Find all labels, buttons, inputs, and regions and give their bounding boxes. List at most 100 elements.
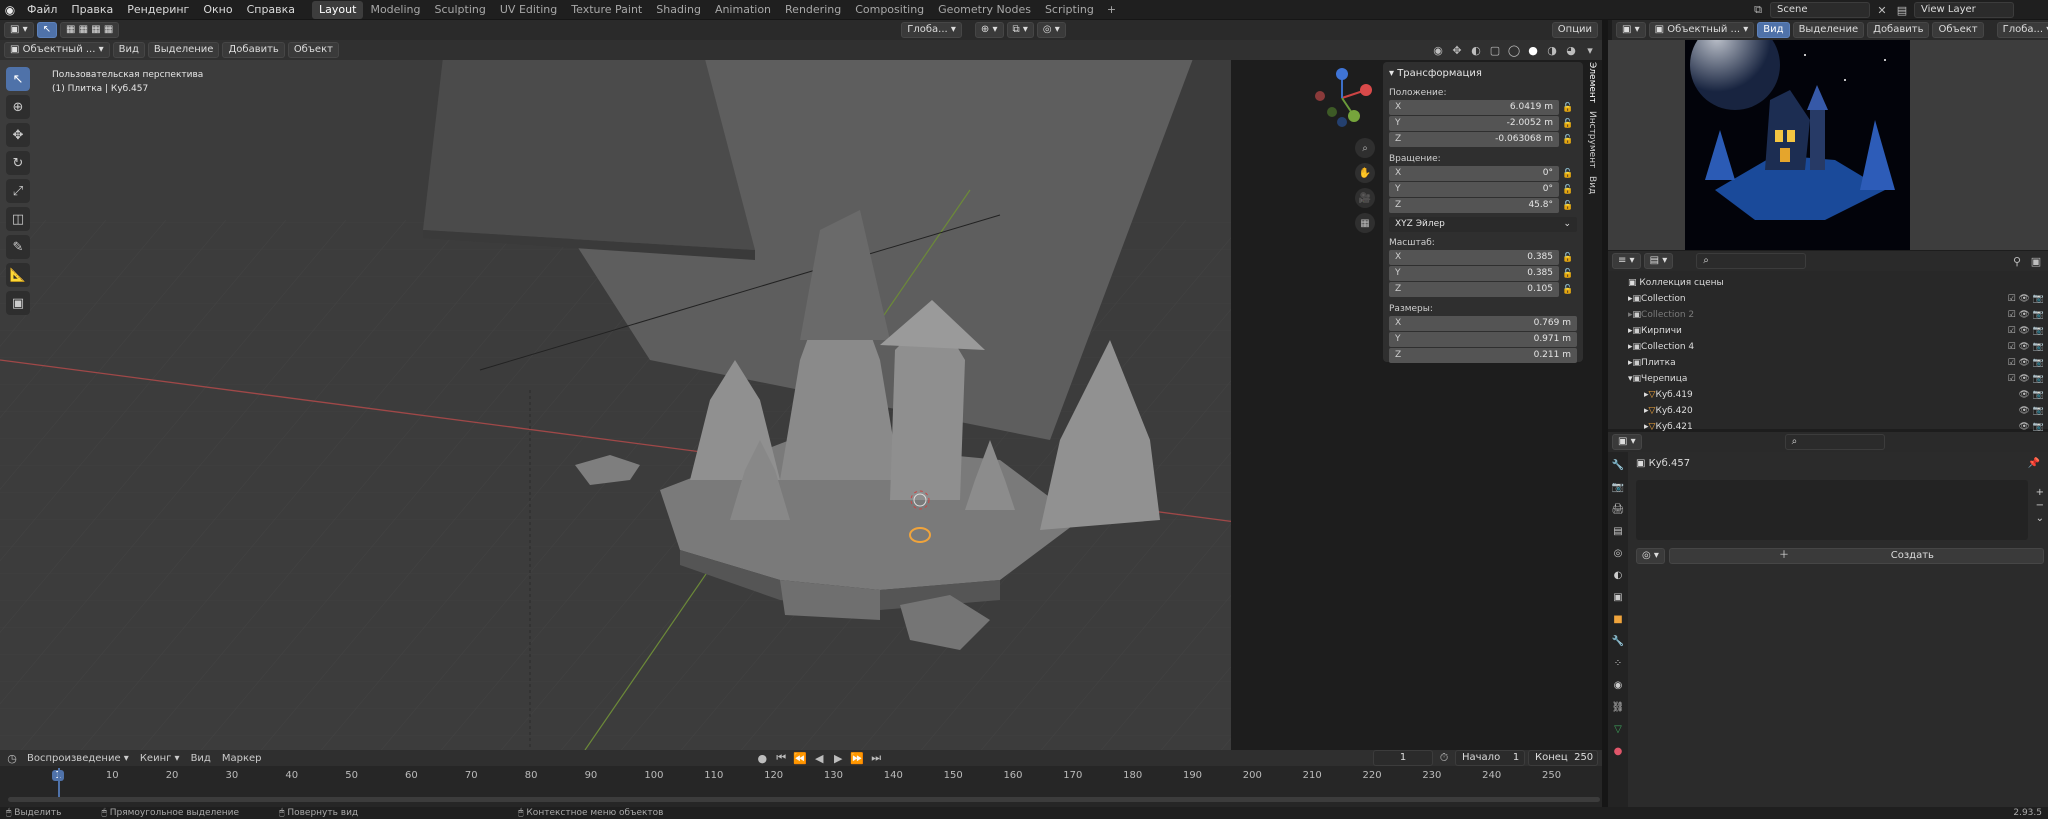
lock-icon[interactable]: 🔓 [1559,285,1577,295]
create-material-button[interactable]: ＋ Создать [1668,548,2044,564]
tab-view[interactable]: Вид [1587,176,1597,194]
outliner[interactable]: ▣ Коллекция сцены ▸ ▣ Collection ☑ 👁 📷 ▸ ▣… [1608,271,2048,432]
shading-options-icon[interactable]: ▾ [1582,44,1598,57]
wireframe-shading-icon[interactable]: ◯ [1506,44,1522,57]
menu-select[interactable]: Выделение [147,42,220,58]
render-shading-icon[interactable]: ◕ [1563,44,1579,57]
transform-orientation[interactable]: Глоба... ▾ [901,22,962,38]
outliner-item[interactable]: ▸ ▽ Куб.420 👁 📷 [1608,403,2048,419]
blender-logo-icon[interactable]: ◉ [0,0,20,20]
tab-item[interactable]: Элемент [1587,62,1597,103]
transform-tool-icon[interactable]: ◫ [6,207,30,231]
view-layer-props-icon[interactable]: ▤ [1610,522,1626,540]
rotate-tool-icon[interactable]: ↻ [6,151,30,175]
menu-add[interactable]: Добавить [222,42,285,58]
next-key-icon[interactable]: ⏩ [849,752,865,765]
workspace-tab-6[interactable]: Animation [708,1,778,19]
workspace-tab-8[interactable]: Compositing [848,1,931,19]
add-slot-icon[interactable]: + [2036,487,2044,498]
lock-icon[interactable]: 🔓 [1559,269,1577,279]
current-frame-field[interactable]: 1 [1373,750,1433,766]
constraints-props-icon[interactable]: ⛓ [1610,698,1626,716]
add-cube-tool-icon[interactable]: ▣ [6,291,30,315]
select-mode-button[interactable]: ▦ ▦ ▦ ▦ [60,22,120,38]
properties-editor-type[interactable]: ▣ ▾ [1612,434,1642,450]
menu-2[interactable]: Рендеринг [120,0,196,20]
gizmo-icon[interactable]: ✥ [1449,44,1465,57]
dimensions-y-field[interactable]: Y 0.971 m [1389,332,1577,347]
playhead[interactable] [58,768,60,798]
scene-collection-row[interactable]: ▣ Коллекция сцены [1608,275,2048,291]
prev-key-icon[interactable]: ⏪ [792,752,808,765]
render-orientation[interactable]: Глоба... ▾ [1996,22,2048,38]
physics-props-icon[interactable]: ◉ [1610,676,1626,694]
world-props-icon[interactable]: ◐ [1610,566,1626,584]
outliner-item[interactable]: ▸ ▣ Collection 4 ☑ 👁 📷 [1608,339,2048,355]
camera-view-icon[interactable]: 🎥 [1355,188,1375,208]
3d-viewport[interactable]: Пользовательская перспектива (1) Плитка … [0,60,1231,750]
start-frame-field[interactable]: Начало 1 [1455,750,1525,766]
end-frame-field[interactable]: Конец 250 [1528,750,1598,766]
material-browse-button[interactable]: ◎ ▾ [1636,548,1665,564]
menu-0[interactable]: Файл [20,0,64,20]
menu-keying[interactable]: Кеинг ▾ [136,753,184,764]
cursor-tool-icon[interactable]: ⊕ [6,95,30,119]
lock-icon[interactable]: 🔓 [1559,201,1577,211]
visibility-toggles[interactable]: ☑ 👁 📷 [2008,326,2044,336]
output-props-icon[interactable]: 🖨 [1610,500,1626,518]
rotation-mode-select[interactable]: XYZ Эйлер ⌄ [1389,217,1577,232]
editor-type-button[interactable]: ▣ ▾ [4,22,34,38]
visibility-toggles[interactable]: 👁 📷 [2019,406,2045,416]
collection-props-icon[interactable]: ▣ [1610,588,1626,606]
menu-marker[interactable]: Маркер [218,753,266,764]
workspace-tab-0[interactable]: Layout [312,0,364,19]
render-props-icon[interactable]: 📷 [1610,478,1626,496]
dimensions-z-field[interactable]: Z 0.211 m [1389,348,1577,363]
render-menu-select[interactable]: Выделение [1792,22,1865,38]
stopwatch-icon[interactable]: ⏱ [1436,751,1452,765]
menu-timeline-view[interactable]: Вид [187,753,215,764]
jump-start-icon[interactable]: ⏮ [773,751,789,765]
visibility-toggles[interactable]: ☑ 👁 📷 [2008,294,2044,304]
add-workspace-icon[interactable]: + [1101,3,1122,16]
transform-panel-title[interactable]: ▾ Трансформация [1389,66,1577,82]
visibility-toggles[interactable]: ☑ 👁 📷 [2008,310,2044,320]
mode-select[interactable]: ▣ Объектный ... ▾ [4,42,110,58]
visibility-toggles[interactable]: ☑ 👁 📷 [2008,342,2044,352]
navigation-gizmo[interactable] [1310,66,1374,130]
scale-x-field[interactable]: X 0.385 [1389,250,1559,265]
filter-icon[interactable]: ⚲ [2009,255,2025,268]
menu-view[interactable]: Вид [112,42,145,58]
lock-icon[interactable]: 🔓 [1559,253,1577,263]
outliner-item[interactable]: ▸ ▽ Куб.419 👁 📷 [1608,387,2048,403]
proportional-button[interactable]: ◎ ▾ [1036,22,1066,38]
outliner-item[interactable]: ▸ ▣ Плитка ☑ 👁 📷 [1608,355,2048,371]
outliner-display-mode[interactable]: ▤ ▾ [1643,253,1674,269]
xray-icon[interactable]: ▢ [1487,44,1503,57]
workspace-tab-1[interactable]: Modeling [363,1,427,19]
render-menu-add[interactable]: Добавить [1867,22,1930,38]
location-y-field[interactable]: Y -2.0052 m [1389,116,1559,131]
workspace-tab-2[interactable]: Sculpting [428,1,493,19]
rotation-z-field[interactable]: Z 45.8° [1389,198,1559,213]
data-props-icon[interactable]: ▽ [1610,720,1626,738]
measure-tool-icon[interactable]: 📐 [6,263,30,287]
location-z-field[interactable]: Z -0.063068 m [1389,132,1559,147]
new-collection-icon[interactable]: ▣ [2028,255,2044,268]
outliner-item[interactable]: ▸ ▣ Collection 2 ☑ 👁 📷 [1608,307,2048,323]
material-slot-list[interactable] [1636,480,2028,540]
outliner-item[interactable]: ▸ ▣ Collection ☑ 👁 📷 [1608,291,2048,307]
menu-3[interactable]: Окно [196,0,239,20]
render-mode-select[interactable]: ▣ Объектный ... ▾ [1648,22,1755,38]
overlay-icon[interactable]: ◐ [1468,44,1484,57]
scale-y-field[interactable]: Y 0.385 [1389,266,1559,281]
lock-icon[interactable]: 🔓 [1559,169,1577,179]
select-box-tool-icon[interactable]: ↖ [6,67,30,91]
menu-4[interactable]: Справка [240,0,302,20]
tab-tool[interactable]: Инструмент [1587,111,1597,168]
pivot-button[interactable]: ⊕ ▾ [974,22,1004,38]
location-x-field[interactable]: X 6.0419 m [1389,100,1559,115]
visibility-toggles[interactable]: ☑ 👁 📷 [2008,358,2044,368]
outliner-editor-type[interactable]: ≡ ▾ [1612,253,1641,269]
render-editor-type[interactable]: ▣ ▾ [1616,22,1646,38]
